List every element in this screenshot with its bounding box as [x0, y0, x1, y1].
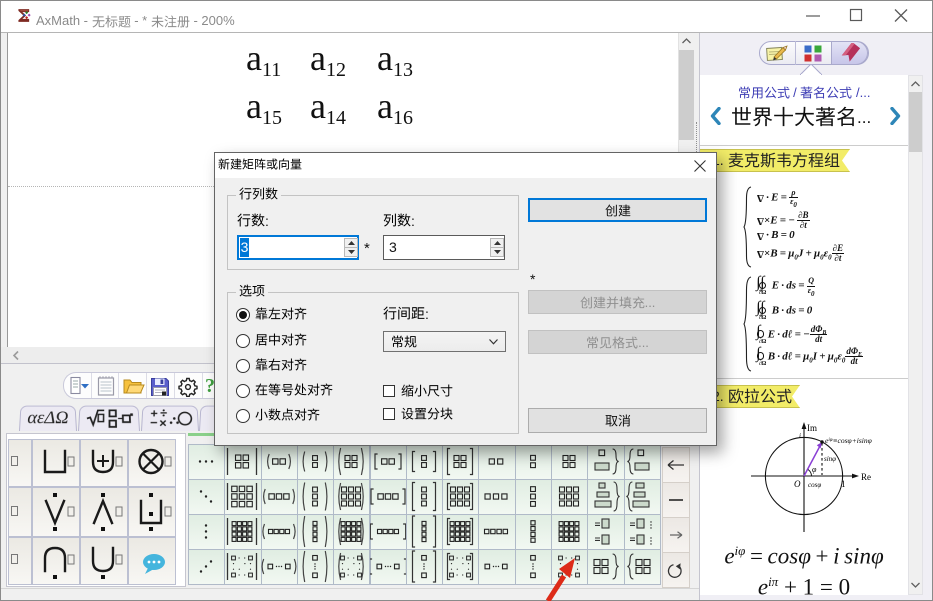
- svg-text:φ: φ: [812, 465, 817, 474]
- svg-text:cosφ: cosφ: [808, 481, 821, 489]
- svg-text:sinφ: sinφ: [824, 455, 836, 463]
- svg-text:Im: Im: [807, 423, 817, 433]
- svg-text:1: 1: [841, 479, 846, 489]
- svg-text:Re: Re: [861, 472, 871, 482]
- svg-text:eiφ≡cosφ+isinφ: eiφ≡cosφ+isinφ: [825, 436, 872, 445]
- svg-text:i: i: [799, 432, 801, 440]
- svg-text:O: O: [794, 479, 801, 489]
